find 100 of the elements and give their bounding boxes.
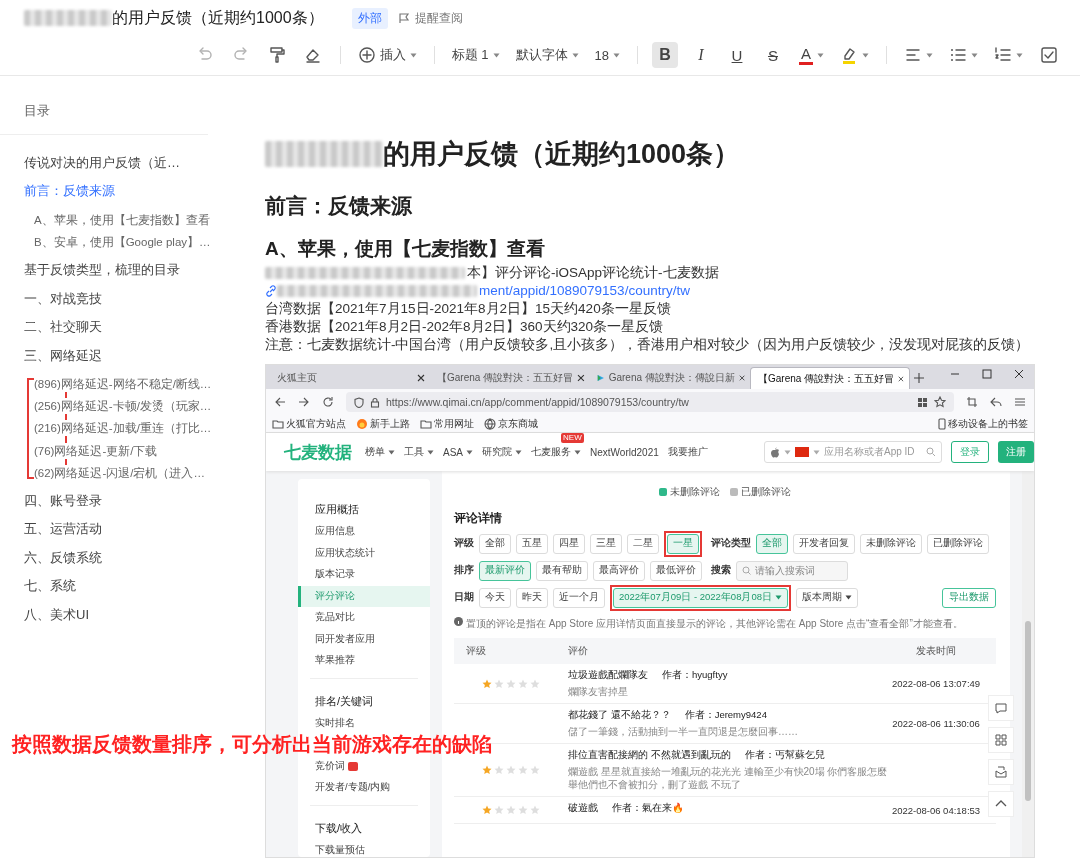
nav-link[interactable]: 工具 (404, 445, 434, 459)
menu-item[interactable]: 应用状态统计 (298, 542, 430, 564)
menu-item[interactable]: 版本记录 (298, 564, 430, 586)
close-icon[interactable] (898, 374, 904, 383)
outline-item[interactable]: (216)网络延迟-加载/重连（打比… (34, 420, 212, 437)
filter-option[interactable]: 三星 (590, 533, 622, 554)
bookmark-link[interactable]: 移动设备上的书签 (938, 416, 1028, 431)
filter-option[interactable]: 四星 (553, 533, 585, 554)
style-dropdown[interactable]: 默认字体 (512, 42, 582, 68)
filter-option[interactable]: 最低评价 (650, 560, 702, 581)
forward-arrow-icon[interactable] (298, 396, 310, 408)
nav-link[interactable]: NextWorld2021 (590, 446, 659, 458)
insert-button[interactable]: 插入 (354, 42, 420, 68)
outline-item[interactable]: 四、账号登录 (24, 487, 210, 516)
nav-link[interactable]: 我要推广 (667, 445, 708, 459)
close-icon[interactable] (1014, 369, 1024, 379)
filter-option[interactable]: 二星 (627, 533, 659, 554)
search-icon[interactable] (926, 447, 936, 457)
close-icon[interactable] (577, 374, 585, 382)
outline-item[interactable]: (896)网络延迟-网络不稳定/断线… (34, 376, 212, 393)
outline-item[interactable]: 基于反馈类型，梳理的目录 (24, 256, 210, 285)
bookmark-link[interactable]: 新手上路 (356, 416, 410, 431)
filter-option[interactable]: 五星 (516, 533, 548, 554)
maximize-icon[interactable] (982, 369, 992, 379)
menu-item[interactable]: 下载量预估 (298, 839, 430, 857)
outline-item[interactable]: 前言：反馈来源 (24, 177, 210, 206)
link-icon (265, 285, 277, 297)
menu-item[interactable]: 苹果推荐 (298, 650, 430, 672)
apple-icon[interactable] (770, 446, 780, 458)
star-icon[interactable] (934, 396, 946, 408)
style-dropdown[interactable]: 标题 1 (448, 42, 503, 68)
qr-code-icon[interactable] (917, 396, 928, 408)
filter-option[interactable]: 昨天 (516, 587, 548, 608)
browser-tab[interactable]: 火狐主页 (270, 367, 430, 389)
menu-icon[interactable] (1014, 396, 1026, 408)
bookmark-link[interactable]: 常用网址 (420, 416, 474, 431)
crop-icon[interactable] (966, 396, 978, 408)
filter-option[interactable]: 开发者回复 (793, 533, 855, 554)
nav-link[interactable]: 榜单 (365, 445, 395, 459)
nav-link[interactable]: 研究院 (482, 445, 522, 459)
outline-item[interactable]: 一、对战竞技 (24, 284, 210, 314)
outline-item[interactable]: 三、网络延迟 (24, 341, 210, 370)
document-link[interactable]: ment/appid/1089079153/country/tw (479, 282, 690, 300)
remind-button[interactable]: 提醒查阅 (397, 9, 463, 27)
outline-item[interactable]: 传说对决的用户反馈（近… (24, 149, 210, 178)
export-button[interactable]: 导出数据 (942, 587, 996, 608)
bookmark-link[interactable]: 火狐官方站点 (272, 416, 346, 431)
filter-option[interactable]: 已删除评论 (927, 533, 989, 554)
chat-bubble-button[interactable] (988, 695, 1014, 721)
outline-item[interactable]: (76)网络延迟-更新/下载 (34, 442, 158, 459)
filter-dropdown[interactable]: 版本周期 (796, 587, 858, 608)
browser-tab[interactable]: Garena 傳說對決：傳說日新 (590, 367, 750, 389)
close-icon[interactable] (738, 374, 745, 382)
reload-icon[interactable] (322, 396, 334, 408)
inbox-icon (994, 765, 1008, 779)
reply-arrow-icon[interactable] (990, 396, 1002, 408)
underline-button[interactable]: U (724, 42, 750, 68)
outline-item[interactable]: 六、反馈系统 (24, 543, 210, 573)
style-dropdown[interactable]: 18 (591, 42, 623, 68)
legend-item[interactable]: 未删除评论 (659, 485, 720, 499)
bookmark-link[interactable]: 京东商城 (484, 416, 538, 431)
strikethrough-button[interactable]: S (760, 42, 786, 68)
qr-code-button[interactable] (988, 727, 1014, 753)
bold-button[interactable]: B (652, 42, 678, 68)
outline-item[interactable]: 二、社交聊天 (24, 313, 210, 342)
close-icon[interactable] (417, 374, 425, 382)
paragraph-text: 台湾数据【2021年7月15日-2021年8月2日】15天约420条一星反馈 (265, 300, 671, 318)
outline-item[interactable]: (62)网络延迟-闪退/宕机（进入… (34, 464, 205, 481)
outline-item[interactable]: B、安卓，使用【Google play】… (34, 234, 211, 251)
font-color-button[interactable]: A (796, 42, 827, 68)
menu-item[interactable]: 同开发者应用 (298, 628, 430, 650)
menu-item[interactable]: 竞价词 (298, 755, 430, 777)
outline-item[interactable]: 七、系统 (24, 572, 210, 601)
search-field[interactable]: 请输入搜索词 (736, 560, 848, 581)
browser-tab[interactable]: 【Garena 傳說對決：五五好冒 (750, 367, 910, 389)
filter-option[interactable]: 近一个月 (553, 587, 605, 608)
address-bar[interactable]: https://www.qimai.cn/app/comment/appid/1089079153/country/tw (346, 392, 954, 412)
scrollbar-thumb[interactable] (1025, 621, 1031, 801)
back-arrow-icon[interactable] (274, 396, 286, 408)
star-icon (518, 805, 528, 815)
filter-option[interactable]: 全部 (479, 533, 511, 554)
outline-item[interactable]: 五、运营活动 (24, 515, 210, 544)
search-placeholder: 应用名称或者App ID (824, 445, 916, 459)
filter-option[interactable]: 最有帮助 (536, 560, 588, 581)
menu-item[interactable]: 应用信息 (298, 521, 430, 543)
menu-item[interactable]: 竞品对比 (298, 607, 430, 629)
italic-button[interactable]: I (688, 42, 714, 68)
filter-option[interactable]: 今天 (479, 587, 511, 608)
inbox-button[interactable] (988, 759, 1014, 785)
outline-item[interactable]: A、苹果，使用【七麦指数】查看 (34, 211, 210, 228)
filter-option[interactable]: 未删除评论 (860, 533, 922, 554)
menu-item[interactable]: 开发者/专题/内购 (298, 777, 430, 799)
nav-link[interactable]: 七麦服务 (531, 445, 581, 459)
filter-option[interactable]: 最高评价 (593, 560, 645, 581)
menu-item[interactable]: 实时排名 (298, 712, 430, 734)
outline-item[interactable]: 八、美术UI (24, 600, 210, 629)
browser-tab[interactable]: 【Garena 傳說對決：五五好冒 (430, 367, 590, 389)
nav-link[interactable]: ASA (443, 446, 473, 458)
legend-item[interactable]: 已删除评论 (730, 485, 791, 499)
outline-item[interactable]: (256)网络延迟-卡顿/发烫（玩家… (34, 398, 212, 415)
